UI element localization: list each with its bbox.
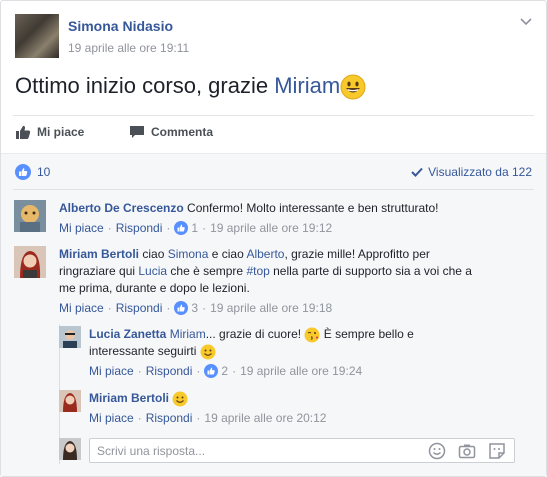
like-button-label: Mi piace [37,125,85,139]
mention-link[interactable]: Miriam [170,327,206,341]
checkmark-icon [411,167,423,177]
comment-body: Alberto De Crescenzo Confermo! Molto int… [59,200,439,236]
post-text: Ottimo inizio corso, grazie Miriam [15,73,366,100]
comment-icon [130,126,144,138]
reply-text: interessante seguirti [89,344,200,358]
comment-text: , grazie mille! Approfitto per [284,247,430,261]
like-reaction-icon [174,221,189,235]
reply-author[interactable]: Lucia Zanetta [89,327,166,341]
reply-item: Lucia Zanetta Miriam... grazie di cuore!… [59,326,529,386]
comment-author[interactable]: Alberto De Crescenzo [59,201,184,215]
comment-text: e ciao [208,247,247,261]
mention-link[interactable]: Alberto [246,247,284,261]
comment-reactions[interactable]: 1 [174,220,198,236]
comment-reply-link[interactable]: Rispondi [116,300,163,316]
reply-like-link[interactable]: Mi piace [89,363,134,379]
reply-meta: Mi piace · Rispondi · 19 aprile alle ore 2… [89,410,327,426]
comment-like-link[interactable]: Mi piace [59,220,104,236]
comment-reactions-count: 3 [191,301,199,315]
comments-section: 10 Visualizzato da 122 Alberto De Cresce… [1,153,546,476]
comment-time[interactable]: 19 aprile alle ore 19:18 [210,300,332,316]
comment-item: Miriam Bertoli ciao Simona e ciao Albert… [14,246,534,326]
reply-reactions[interactable]: 2 [204,363,228,379]
comment-text: che è sempre [167,264,247,278]
smiling-face-icon [200,344,216,360]
sticker-icon[interactable] [488,442,506,460]
thumbs-up-icon [16,125,31,139]
chevron-down-icon[interactable] [520,17,532,27]
comment-text: me prima, durante e dopo le lezioni. [59,281,250,295]
reply-like-link[interactable]: Mi piace [89,410,134,426]
current-user-avatar [59,438,81,460]
mention-link[interactable]: Lucia [138,264,167,278]
avatar[interactable] [59,326,81,348]
reply-meta: Mi piace · Rispondi · 2 · 19 aprile alle o… [89,363,363,379]
emoji-picker-icon[interactable] [428,442,446,460]
comment-meta: Mi piace · Rispondi · 3 · 19 aprile alle o… [59,300,333,316]
seen-by[interactable]: Visualizzato da 122 [411,165,532,179]
likes-count[interactable]: 10 [15,164,50,180]
hashtag-link[interactable]: #top [246,264,269,278]
reply-body: Miriam Bertoli Mi piace · Rispondi · 19 ap… [89,390,326,426]
reply-time[interactable]: 19 aprile alle ore 19:24 [240,363,362,379]
comment-text: Confermo! Molto interessante e ben strut… [187,201,439,215]
reply-input-icons [416,442,506,460]
post-mention[interactable]: Miriam [274,73,340,98]
post-author[interactable]: Simona Nidasio [68,18,173,34]
comment-author[interactable]: Miriam Bertoli [59,247,139,261]
comment-body: Miriam Bertoli ciao Simona e ciao Albert… [59,246,472,316]
reply-reactions-count: 2 [221,364,229,378]
kiss-face-icon [304,327,320,343]
smiling-face-icon [172,391,188,407]
post-timestamp[interactable]: 19 aprile alle ore 19:11 [68,41,189,55]
like-reaction-icon [174,301,189,315]
grinning-face-icon [340,74,366,100]
avatar[interactable] [14,200,46,232]
avatar[interactable] [59,390,81,412]
likes-count-value: 10 [37,165,51,179]
reply-body: Lucia Zanetta Miriam... grazie di cuore!… [89,326,414,379]
like-reaction-icon [204,364,219,378]
mention-link[interactable]: Simona [168,247,209,261]
reply-reply-link[interactable]: Rispondi [146,363,193,379]
comment-item: Alberto De Crescenzo Confermo! Molto int… [14,200,534,244]
author-avatar[interactable] [15,14,59,58]
seen-by-label: Visualizzato da 122 [428,165,532,179]
like-reaction-icon [15,164,31,180]
comment-reactions-count: 1 [191,221,199,235]
comment-reactions[interactable]: 3 [174,300,198,316]
reply-reply-link[interactable]: Rispondi [146,410,193,426]
post-actions: Mi piace Commenta [13,115,534,151]
comment-text: ciao [142,247,168,261]
reply-time[interactable]: 19 aprile alle ore 20:12 [204,410,326,426]
comment-button-label: Commenta [151,125,214,139]
reply-input-box[interactable] [89,438,515,463]
reply-input[interactable] [90,439,410,462]
comment-text: nella parte di supporto sia a voi che a [269,264,472,278]
reply-text: ... grazie di cuore! [205,327,305,341]
post-text-body: Ottimo inizio corso, grazie [15,73,275,98]
comment-text: ringraziare qui [59,264,139,278]
like-button[interactable]: Mi piace [15,125,84,139]
avatar[interactable] [14,246,46,278]
comment-reply-link[interactable]: Rispondi [116,220,163,236]
camera-icon[interactable] [458,442,476,460]
facebook-post: Simona Nidasio 19 aprile alle ore 19:11 … [0,0,547,477]
reply-item: Miriam Bertoli Mi piace · Rispondi · 19 ap… [59,390,529,430]
comment-button[interactable]: Commenta [129,125,213,139]
comment-time[interactable]: 19 aprile alle ore 19:12 [210,220,332,236]
reply-author[interactable]: Miriam Bertoli [89,391,169,405]
reactions-bar: 10 Visualizzato da 122 [13,154,534,190]
reply-text: È sempre bello e [320,327,414,341]
comment-like-link[interactable]: Mi piace [59,300,104,316]
comment-meta: Mi piace · Rispondi · 1 · 19 aprile alle o… [59,220,333,236]
